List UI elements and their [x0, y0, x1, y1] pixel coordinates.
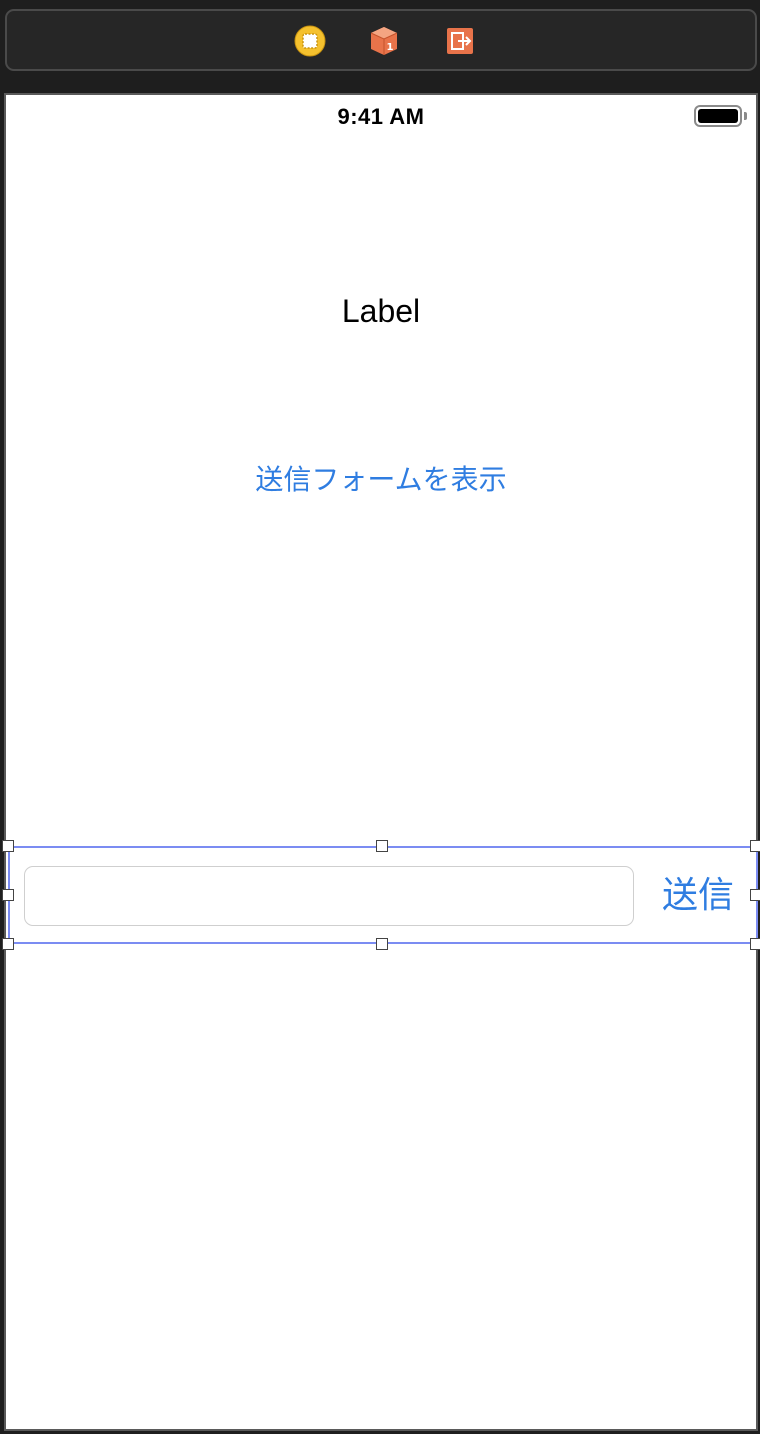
storyboard-canvas: 1 9:41 AM Label 送信フォームを表示 送信: [0, 0, 760, 1434]
status-bar: 9:41 AM: [6, 95, 756, 139]
message-input[interactable]: [24, 866, 634, 926]
send-button[interactable]: 送信: [650, 870, 746, 922]
resize-handle-top-right[interactable]: [750, 840, 760, 852]
resize-handle-bottom-right[interactable]: [750, 938, 760, 950]
resize-handle-top-left[interactable]: [2, 840, 14, 852]
first-responder-icon[interactable]: 1: [368, 25, 400, 57]
input-accessory-view[interactable]: 送信: [8, 846, 758, 944]
show-form-button[interactable]: 送信フォームを表示: [6, 458, 756, 498]
svg-text:1: 1: [387, 42, 394, 53]
resize-handle-right[interactable]: [750, 889, 760, 901]
resize-handle-bottom-left[interactable]: [2, 938, 14, 950]
resize-handle-left[interactable]: [2, 889, 14, 901]
battery-cap: [744, 112, 747, 120]
resize-handle-top[interactable]: [376, 840, 388, 852]
battery-icon: [694, 105, 742, 127]
main-label[interactable]: Label: [6, 293, 756, 330]
status-time: 9:41 AM: [337, 104, 425, 129]
view-controller-icon[interactable]: [294, 25, 326, 57]
resize-handle-bottom[interactable]: [376, 938, 388, 950]
device-frame: 9:41 AM Label 送信フォームを表示 送信: [2, 93, 760, 1431]
exit-icon[interactable]: [444, 25, 476, 57]
scene-dock: 1: [5, 9, 757, 71]
battery-level: [698, 109, 738, 123]
